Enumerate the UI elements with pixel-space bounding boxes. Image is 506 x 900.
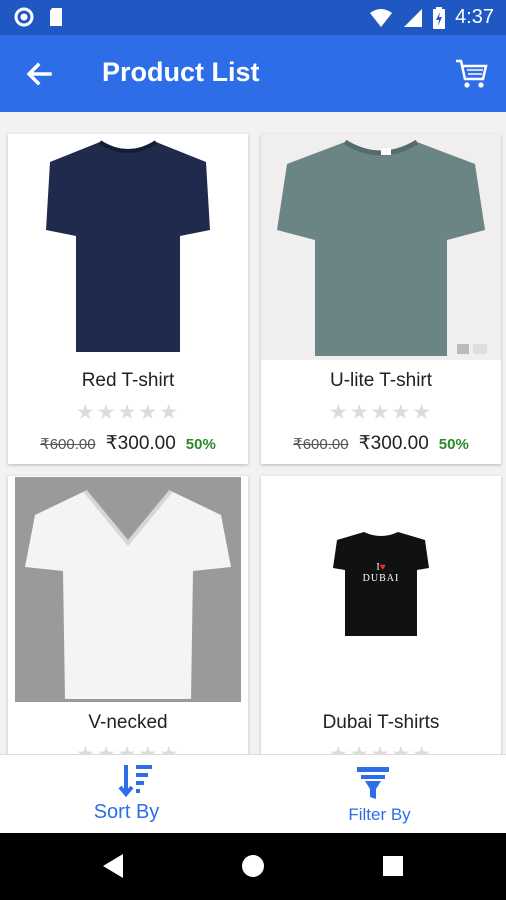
system-nav-bar	[0, 833, 506, 900]
print-text: DUBAI	[362, 573, 400, 584]
rating-stars: ★★★★★	[328, 401, 434, 424]
battery-icon	[433, 6, 446, 29]
original-price: ₹600.00	[40, 436, 96, 453]
product-image	[8, 134, 248, 360]
product-image: I♥ DUBAI	[261, 476, 501, 702]
product-grid: Red T-shirt ★★★★★ ₹600.00 ₹300.00 50% U-…	[0, 112, 506, 754]
product-card-v-necked[interactable]: V-necked ★★★★★	[8, 476, 248, 754]
product-name: U-lite T-shirt	[329, 370, 433, 391]
product-image	[15, 477, 241, 702]
nav-home-icon[interactable]	[241, 854, 265, 878]
signal-icon	[404, 8, 423, 27]
discount-badge: 50%	[438, 436, 469, 453]
tshirt-icon	[277, 139, 487, 356]
tshirt-icon	[46, 140, 210, 352]
filter-label: Filter By	[348, 805, 411, 824]
cart-icon[interactable]	[454, 55, 490, 91]
status-bar: 4:37	[0, 0, 506, 35]
filter-button[interactable]: Filter By	[253, 755, 506, 834]
sort-icon	[118, 765, 152, 798]
sort-label: Sort By	[93, 801, 160, 823]
wifi-icon	[370, 8, 393, 27]
sort-button[interactable]: Sort By	[0, 755, 253, 834]
app-bar: Product List	[0, 35, 506, 112]
product-image	[261, 134, 501, 360]
nav-recents-icon[interactable]	[383, 856, 403, 876]
rating-stars: ★★★★★	[8, 742, 248, 754]
sd-card-icon	[50, 8, 62, 26]
discount-badge: 50%	[185, 436, 216, 453]
sale-price: ₹300.00	[358, 433, 429, 454]
tshirt-icon	[25, 489, 231, 699]
rating-stars: ★★★★★	[75, 401, 181, 424]
tshirt-icon	[333, 532, 429, 636]
filter-icon	[357, 767, 389, 799]
tshirt-print: I♥ DUBAI	[351, 562, 411, 584]
bottom-action-bar: Sort By Filter By	[0, 754, 506, 834]
status-time: 4:37	[455, 6, 494, 28]
product-card-ulite-tshirt[interactable]: U-lite T-shirt ★★★★★ ₹600.00 ₹300.00 50%	[261, 134, 501, 464]
product-name: Dubai T-shirts	[322, 712, 440, 733]
sale-price: ₹300.00	[105, 433, 176, 454]
product-name: V-necked	[88, 712, 168, 733]
product-name: Red T-shirt	[81, 370, 175, 391]
product-card-dubai-tshirts[interactable]: I♥ DUBAI Dubai T-shirts ★★★★★	[261, 476, 501, 754]
rating-stars: ★★★★★	[261, 742, 501, 754]
original-price: ₹600.00	[293, 436, 349, 453]
heart-icon: ♥	[379, 562, 386, 573]
nav-back-icon[interactable]	[101, 853, 125, 879]
product-card-red-tshirt[interactable]: Red T-shirt ★★★★★ ₹600.00 ₹300.00 50%	[8, 134, 248, 464]
back-arrow-icon[interactable]	[22, 57, 56, 91]
page-title: Product List	[102, 57, 260, 87]
sync-icon	[14, 7, 34, 27]
